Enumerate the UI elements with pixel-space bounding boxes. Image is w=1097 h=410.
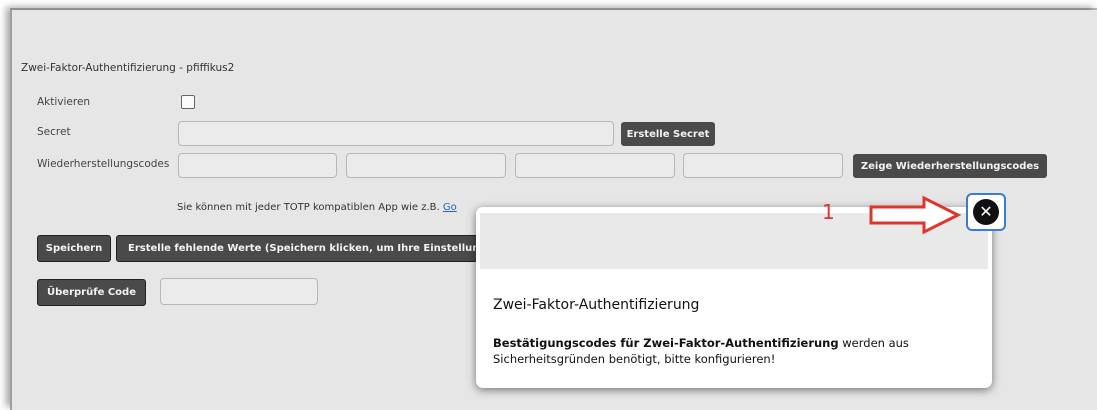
- close-button[interactable]: ✕: [966, 193, 1006, 231]
- recovery-codes-label: Wiederherstellungscodes: [37, 158, 170, 170]
- save-button[interactable]: Speichern: [37, 235, 111, 262]
- check-code-button[interactable]: Überprüfe Code: [37, 279, 146, 306]
- check-code-input[interactable]: [160, 278, 318, 305]
- show-recovery-codes-button[interactable]: Zeige Wiederherstellungscodes: [853, 154, 1047, 178]
- secret-label: Secret: [37, 126, 71, 138]
- window-left-edge: [10, 10, 12, 410]
- recovery-code-field-3[interactable]: [515, 153, 675, 178]
- recovery-code-field-1[interactable]: [178, 153, 337, 178]
- recovery-code-field-4[interactable]: [683, 153, 843, 178]
- activate-label: Aktivieren: [37, 96, 91, 108]
- secret-input[interactable]: [178, 121, 614, 146]
- popup-title: Zwei-Faktor-Authentifizierung: [493, 297, 700, 313]
- annotation-number: 1: [822, 200, 835, 224]
- create-secret-button[interactable]: Erstelle Secret: [621, 122, 715, 146]
- activate-checkbox[interactable]: [181, 95, 195, 109]
- popup-message-bold: Bestätigungscodes für Zwei-Faktor-Authen…: [493, 336, 839, 350]
- authenticator-link[interactable]: Go: [443, 202, 457, 213]
- arrow-right-icon: [869, 195, 962, 235]
- recovery-code-field-2[interactable]: [346, 153, 506, 178]
- totp-info-text-start: Sie können mit jeder TOTP kompatiblen Ap…: [177, 202, 443, 213]
- create-missing-values-button[interactable]: Erstelle fehlende Werte (Speichern klick…: [116, 235, 478, 262]
- close-circle-icon: ✕: [973, 199, 999, 225]
- popup-message: Bestätigungscodes für Zwei-Faktor-Authen…: [493, 335, 963, 367]
- totp-info-text: Sie können mit jeder TOTP kompatiblen Ap…: [177, 202, 457, 213]
- section-title: Zwei-Faktor-Authentifizierung - pfiffiku…: [21, 62, 235, 74]
